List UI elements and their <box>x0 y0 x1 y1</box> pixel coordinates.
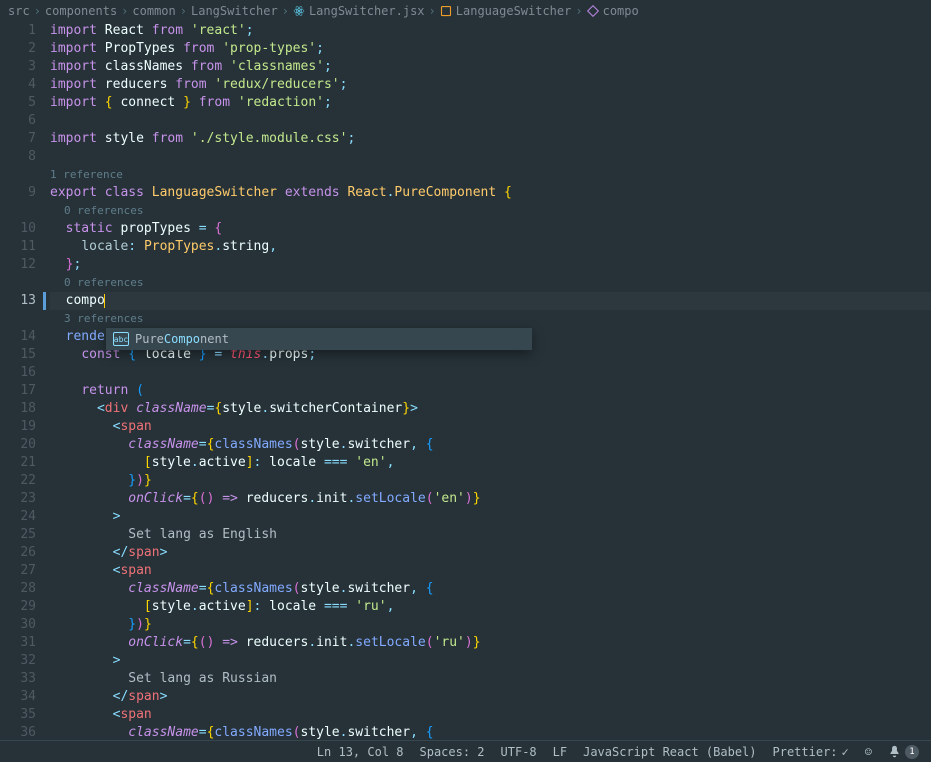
breadcrumb-item[interactable]: src <box>8 4 30 18</box>
status-bar: Ln 13, Col 8 Spaces: 2 UTF-8 LF JavaScri… <box>0 740 931 762</box>
feedback-icon[interactable]: ☺ <box>865 745 872 759</box>
codelens-references[interactable]: 0 references <box>50 274 931 292</box>
indentation-status[interactable]: Spaces: 2 <box>420 745 485 759</box>
chevron-right-icon: › <box>282 4 289 18</box>
eol-status[interactable]: LF <box>553 745 567 759</box>
breadcrumb-item[interactable]: compo <box>587 4 639 18</box>
codelens-references[interactable]: 0 references <box>50 202 931 220</box>
chevron-right-icon: › <box>429 4 436 18</box>
class-symbol-icon <box>440 5 452 17</box>
bell-icon <box>888 745 901 758</box>
breadcrumb-item[interactable]: LangSwitcher <box>191 4 278 18</box>
method-symbol-icon <box>587 5 599 17</box>
breadcrumb-item[interactable]: LanguageSwitcher <box>440 4 572 18</box>
codelens-references[interactable]: 3 references <box>50 310 931 328</box>
chevron-right-icon: › <box>121 4 128 18</box>
chevron-right-icon: › <box>34 4 41 18</box>
line-number-gutter: 1 2 3 4 5 6 7 8 9 10 11 12 13 14 15 16 1… <box>0 22 50 740</box>
check-icon: ✓ <box>842 745 849 759</box>
react-file-icon <box>293 5 305 17</box>
keyword-icon: abc <box>113 332 129 346</box>
text-cursor <box>104 294 105 308</box>
code-content[interactable]: import React from 'react'; import PropTy… <box>50 22 931 740</box>
modified-line-indicator <box>43 292 46 310</box>
breadcrumb-item[interactable]: common <box>132 4 175 18</box>
chevron-right-icon: › <box>575 4 582 18</box>
notification-count-badge: 1 <box>905 745 919 759</box>
cursor-position[interactable]: Ln 13, Col 8 <box>317 745 404 759</box>
breadcrumb-item[interactable]: LangSwitcher.jsx <box>293 4 425 18</box>
autocomplete-item[interactable]: abc PureComponent <box>107 329 531 349</box>
notifications-bell[interactable]: 1 <box>888 745 919 759</box>
encoding-status[interactable]: UTF-8 <box>501 745 537 759</box>
autocomplete-popup[interactable]: abc PureComponent <box>106 328 532 350</box>
code-editor[interactable]: 1 2 3 4 5 6 7 8 9 10 11 12 13 14 15 16 1… <box>0 22 931 740</box>
breadcrumb-item[interactable]: components <box>45 4 117 18</box>
language-mode-status[interactable]: JavaScript React (Babel) <box>583 745 756 759</box>
codelens-references[interactable]: 1 reference <box>50 166 931 184</box>
breadcrumb-bar: src › components › common › LangSwitcher… <box>0 0 931 22</box>
prettier-status[interactable]: Prettier:✓ <box>773 745 849 759</box>
chevron-right-icon: › <box>180 4 187 18</box>
